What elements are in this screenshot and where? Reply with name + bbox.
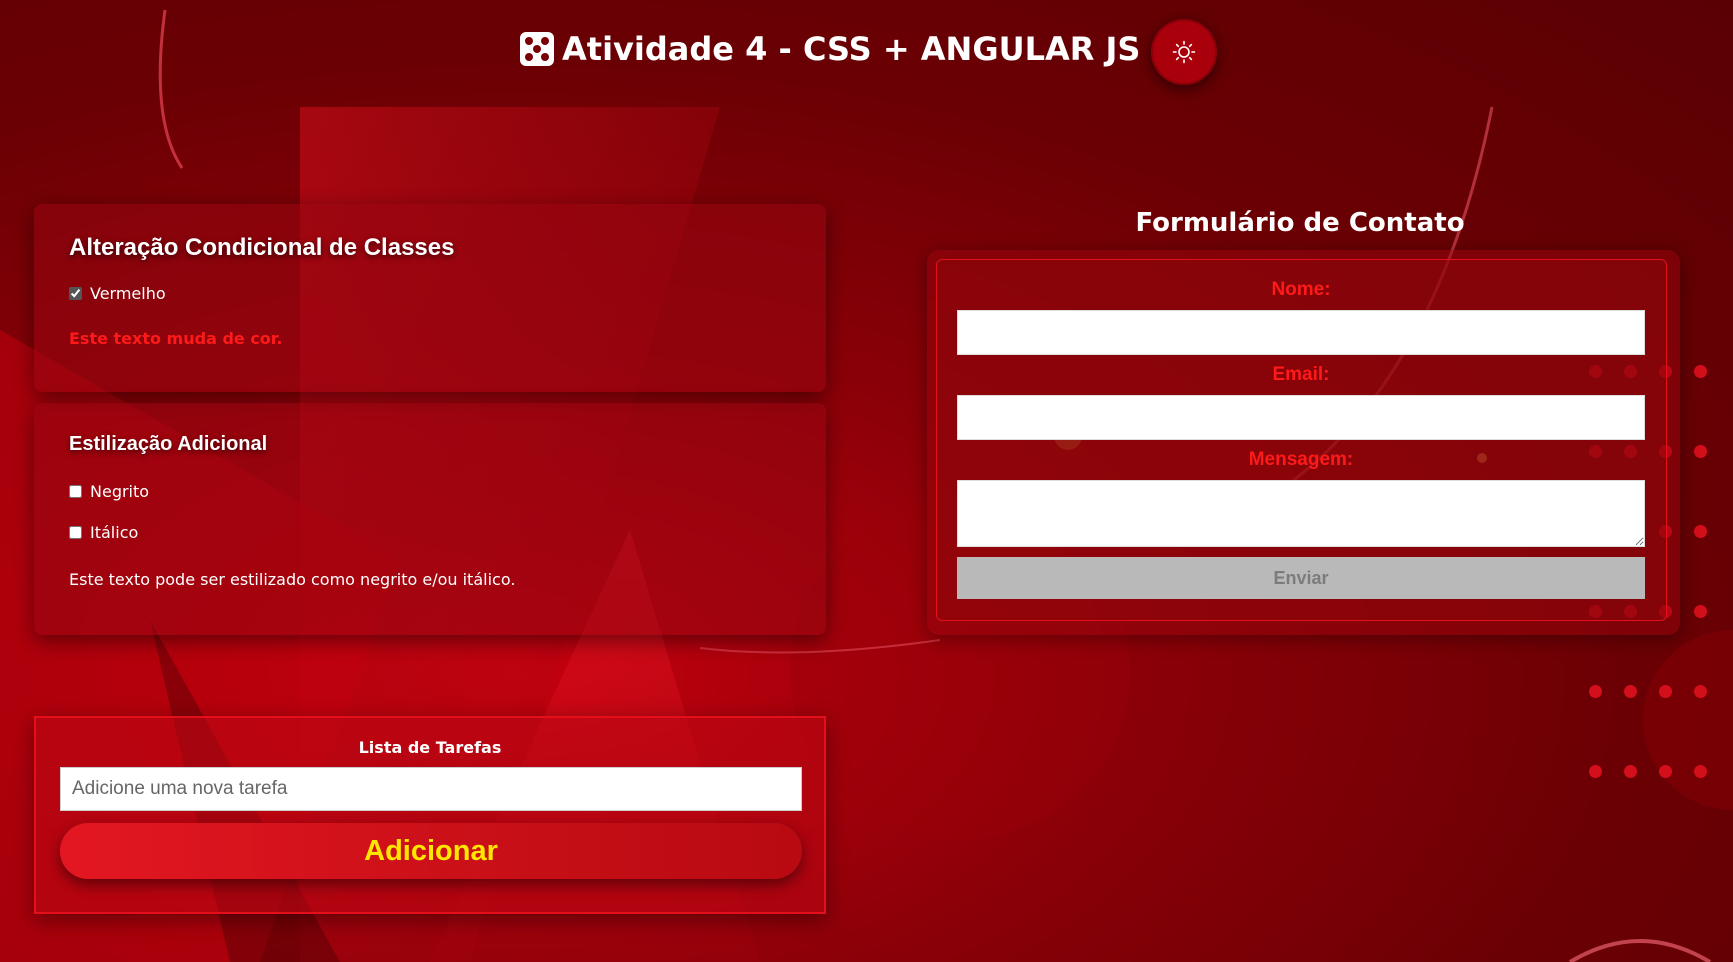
red-checkbox[interactable]	[69, 287, 82, 300]
bold-checkbox[interactable]	[69, 485, 82, 498]
italic-checkbox-row[interactable]: Itálico	[69, 523, 791, 542]
email-field[interactable]	[957, 395, 1645, 440]
submit-button[interactable]: Enviar	[957, 557, 1645, 599]
red-checkbox-row[interactable]: Vermelho	[69, 284, 791, 303]
new-task-input[interactable]	[60, 767, 802, 811]
italic-checkbox-label: Itálico	[90, 523, 139, 542]
additional-styling-panel: Estilização Adicional Negrito Itálico Es…	[34, 403, 826, 635]
sun-icon	[1172, 40, 1196, 64]
page-title: Atividade 4 - CSS + ANGULAR JS	[562, 30, 1141, 68]
message-label: Mensagem:	[1248, 449, 1354, 470]
name-label: Nome:	[1271, 279, 1331, 300]
email-label: Email:	[1272, 364, 1330, 385]
conditional-classes-panel: Alteração Condicional de Classes Vermelh…	[34, 204, 826, 392]
message-field[interactable]	[957, 480, 1645, 547]
italic-checkbox[interactable]	[69, 526, 82, 539]
decor-dot	[1694, 685, 1707, 698]
color-changing-text: Este texto muda de cor.	[69, 329, 283, 348]
decor-dot	[1624, 765, 1637, 778]
decor-dot	[1694, 765, 1707, 778]
decor-dot	[1694, 445, 1707, 458]
additional-styling-title: Estilização Adicional	[69, 433, 268, 455]
contact-form-title: Formulário de Contato	[1135, 208, 1465, 238]
decor-dot	[1589, 685, 1602, 698]
decor-dot	[1589, 765, 1602, 778]
conditional-classes-title: Alteração Condicional de Classes	[69, 234, 455, 261]
dice-five-icon	[520, 32, 554, 66]
bold-checkbox-label: Negrito	[90, 482, 150, 501]
page-header: Atividade 4 - CSS + ANGULAR JS	[520, 30, 1140, 68]
decor-dot	[1694, 605, 1707, 618]
decor-dot	[1694, 525, 1707, 538]
red-checkbox-label: Vermelho	[90, 284, 166, 303]
theme-toggle-button[interactable]	[1151, 19, 1217, 85]
bold-checkbox-row[interactable]: Negrito	[69, 482, 791, 501]
add-task-button[interactable]: Adicionar	[60, 823, 802, 879]
name-field[interactable]	[957, 310, 1645, 355]
stylable-text: Este texto pode ser estilizado como negr…	[69, 570, 516, 589]
task-list-panel: Lista de Tarefas Adicionar	[34, 716, 826, 914]
decor-dot	[1659, 685, 1672, 698]
decor-dot	[1624, 685, 1637, 698]
decor-dot	[1659, 765, 1672, 778]
task-list-title: Lista de Tarefas	[358, 738, 502, 757]
decor-dot	[1694, 365, 1707, 378]
